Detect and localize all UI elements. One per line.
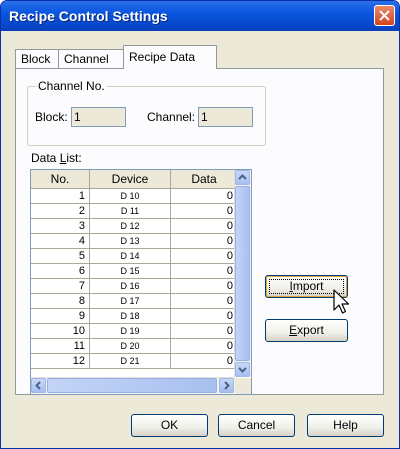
channel-label: Channel: (147, 110, 196, 124)
row-device-cell: D 12 (89, 218, 171, 234)
export-mnemonic: E (289, 323, 298, 337)
row-no-cell: 1 (31, 188, 90, 204)
scroll-left-icon (35, 381, 41, 390)
close-button[interactable] (374, 5, 395, 26)
data-list-label: Data List: (31, 151, 82, 165)
row-no-cell: 2 (31, 203, 90, 219)
row-data-cell[interactable]: 0 (170, 338, 238, 354)
data-list[interactable]: No. Device Data 1D 10 0 2 D 11 0 3 D 12 0 4 D 13 0… (30, 169, 252, 395)
row-data-cell[interactable]: 0 (170, 263, 238, 279)
row-data-cell[interactable]: 0 (170, 248, 238, 264)
row-no-cell: 4 (31, 233, 90, 249)
export-button[interactable]: Export (265, 319, 348, 342)
tab-channel[interactable]: Channel (58, 49, 124, 68)
row-data-cell[interactable]: 0 (170, 278, 238, 294)
data-table: No. Device Data 1D 10 0 2 D 11 0 3 D 12 0 4 D 13 0… (31, 170, 238, 369)
tab-recipe-data[interactable]: Recipe Data (123, 45, 217, 69)
block-field[interactable]: 1 (71, 107, 126, 127)
data-list-label-prefix: Data (31, 151, 60, 165)
table-row[interactable]: 6D 15 0 (31, 263, 238, 279)
vertical-scrollbar[interactable] (234, 170, 251, 377)
row-device-cell: D 10 (89, 188, 171, 204)
table-row[interactable]: 5D 14 0 (31, 248, 238, 264)
cancel-label: Cancel (237, 418, 276, 432)
row-data-cell[interactable]: 0 (170, 323, 238, 339)
channel-group-title: Channel No. (36, 79, 107, 93)
row-no-cell: 7 (31, 278, 90, 294)
table-row[interactable]: 9D 18 0 (31, 308, 238, 324)
recipe-data-panel: Channel No. Block: 1 Channel: 1 Data Lis… (15, 68, 384, 395)
scrollbar-corner (235, 378, 251, 394)
scroll-left-button[interactable] (31, 378, 46, 393)
row-data-cell[interactable]: 0 (170, 233, 238, 249)
table-row[interactable]: 4D 13 0 (31, 233, 238, 249)
row-no-cell: 3 (31, 218, 90, 234)
scroll-right-button[interactable] (219, 378, 234, 393)
ok-button[interactable]: OK (131, 414, 208, 437)
table-row[interactable]: 11 D 20 0 (31, 338, 238, 354)
scroll-up-button[interactable] (235, 170, 250, 185)
help-label: Help (333, 418, 358, 432)
table-row[interactable]: 10 D 19 0 (31, 323, 238, 339)
data-rows: 1D 10 0 2 D 11 0 3 D 12 0 4 D 13 0 5 D 14 0 6 D 15 0 7 D 1… (31, 188, 238, 369)
column-header-device[interactable]: Device (89, 170, 171, 189)
table-row[interactable]: 8D 17 0 (31, 293, 238, 309)
row-data-cell[interactable]: 0 (170, 293, 238, 309)
row-device-cell: D 14 (89, 248, 171, 264)
mouse-pointer-icon (333, 289, 350, 314)
ok-label: OK (160, 418, 179, 432)
tab-block-label: Block (21, 52, 51, 66)
row-device-cell: D 18 (89, 308, 171, 324)
table-row[interactable]: 2D 11 0 (31, 203, 238, 219)
row-device-cell: D 15 (89, 263, 171, 279)
tab-channel-label: Channel (64, 52, 109, 66)
tab-block[interactable]: Block (15, 49, 59, 68)
row-no-cell: 12 (31, 353, 90, 369)
scroll-down-icon (238, 367, 247, 373)
row-no-cell: 6 (31, 263, 90, 279)
row-device-cell: D 20 (89, 338, 171, 354)
row-data-cell[interactable]: 0 (170, 308, 238, 324)
scroll-up-icon (238, 174, 247, 180)
row-no-cell: 10 (31, 323, 90, 339)
channel-group: Channel No. Block: 1 Channel: 1 (27, 79, 266, 146)
row-device-cell: D 11 (89, 203, 171, 219)
close-icon (379, 10, 390, 21)
vertical-scroll-thumb[interactable] (235, 186, 250, 361)
row-data-cell[interactable]: 0 (170, 188, 238, 204)
horizontal-scroll-thumb[interactable] (47, 378, 217, 393)
row-data-cell[interactable]: 0 (170, 218, 238, 234)
row-data-cell[interactable]: 0 (170, 353, 238, 369)
row-device-cell: D 17 (89, 293, 171, 309)
table-row[interactable]: 12 D 21 0 (31, 353, 238, 369)
scroll-right-icon (224, 381, 230, 390)
title-bar[interactable]: Recipe Control Settings (1, 1, 399, 31)
table-row[interactable]: 1D 10 0 (31, 188, 238, 204)
cancel-button[interactable]: Cancel (218, 414, 295, 437)
row-device-cell: D 19 (89, 323, 171, 339)
window-title: Recipe Control Settings (9, 8, 168, 24)
table-row[interactable]: 3D 12 0 (31, 218, 238, 234)
horizontal-scrollbar[interactable] (31, 377, 235, 394)
row-device-cell: D 16 (89, 278, 171, 294)
row-no-cell: 5 (31, 248, 90, 264)
row-no-cell: 11 (31, 338, 90, 354)
tab-recipe-data-label: Recipe Data (129, 50, 196, 64)
row-no-cell: 8 (31, 293, 90, 309)
recipe-control-dialog: Recipe Control Settings Block Channel Re… (0, 0, 400, 449)
column-header-data[interactable]: Data (170, 170, 238, 189)
row-device-cell: D 13 (89, 233, 171, 249)
row-data-cell[interactable]: 0 (170, 203, 238, 219)
block-label: Block: (35, 110, 68, 124)
table-row[interactable]: 7D 16 0 (31, 278, 238, 294)
scroll-down-button[interactable] (235, 362, 250, 377)
channel-field[interactable]: 1 (198, 107, 253, 127)
export-label: xport (297, 323, 324, 337)
row-device-cell: D 21 (89, 353, 171, 369)
data-list-label-suffix: ist: (66, 151, 82, 165)
help-button[interactable]: Help (307, 414, 384, 437)
row-no-cell: 9 (31, 308, 90, 324)
column-header-no[interactable]: No. (31, 170, 90, 189)
